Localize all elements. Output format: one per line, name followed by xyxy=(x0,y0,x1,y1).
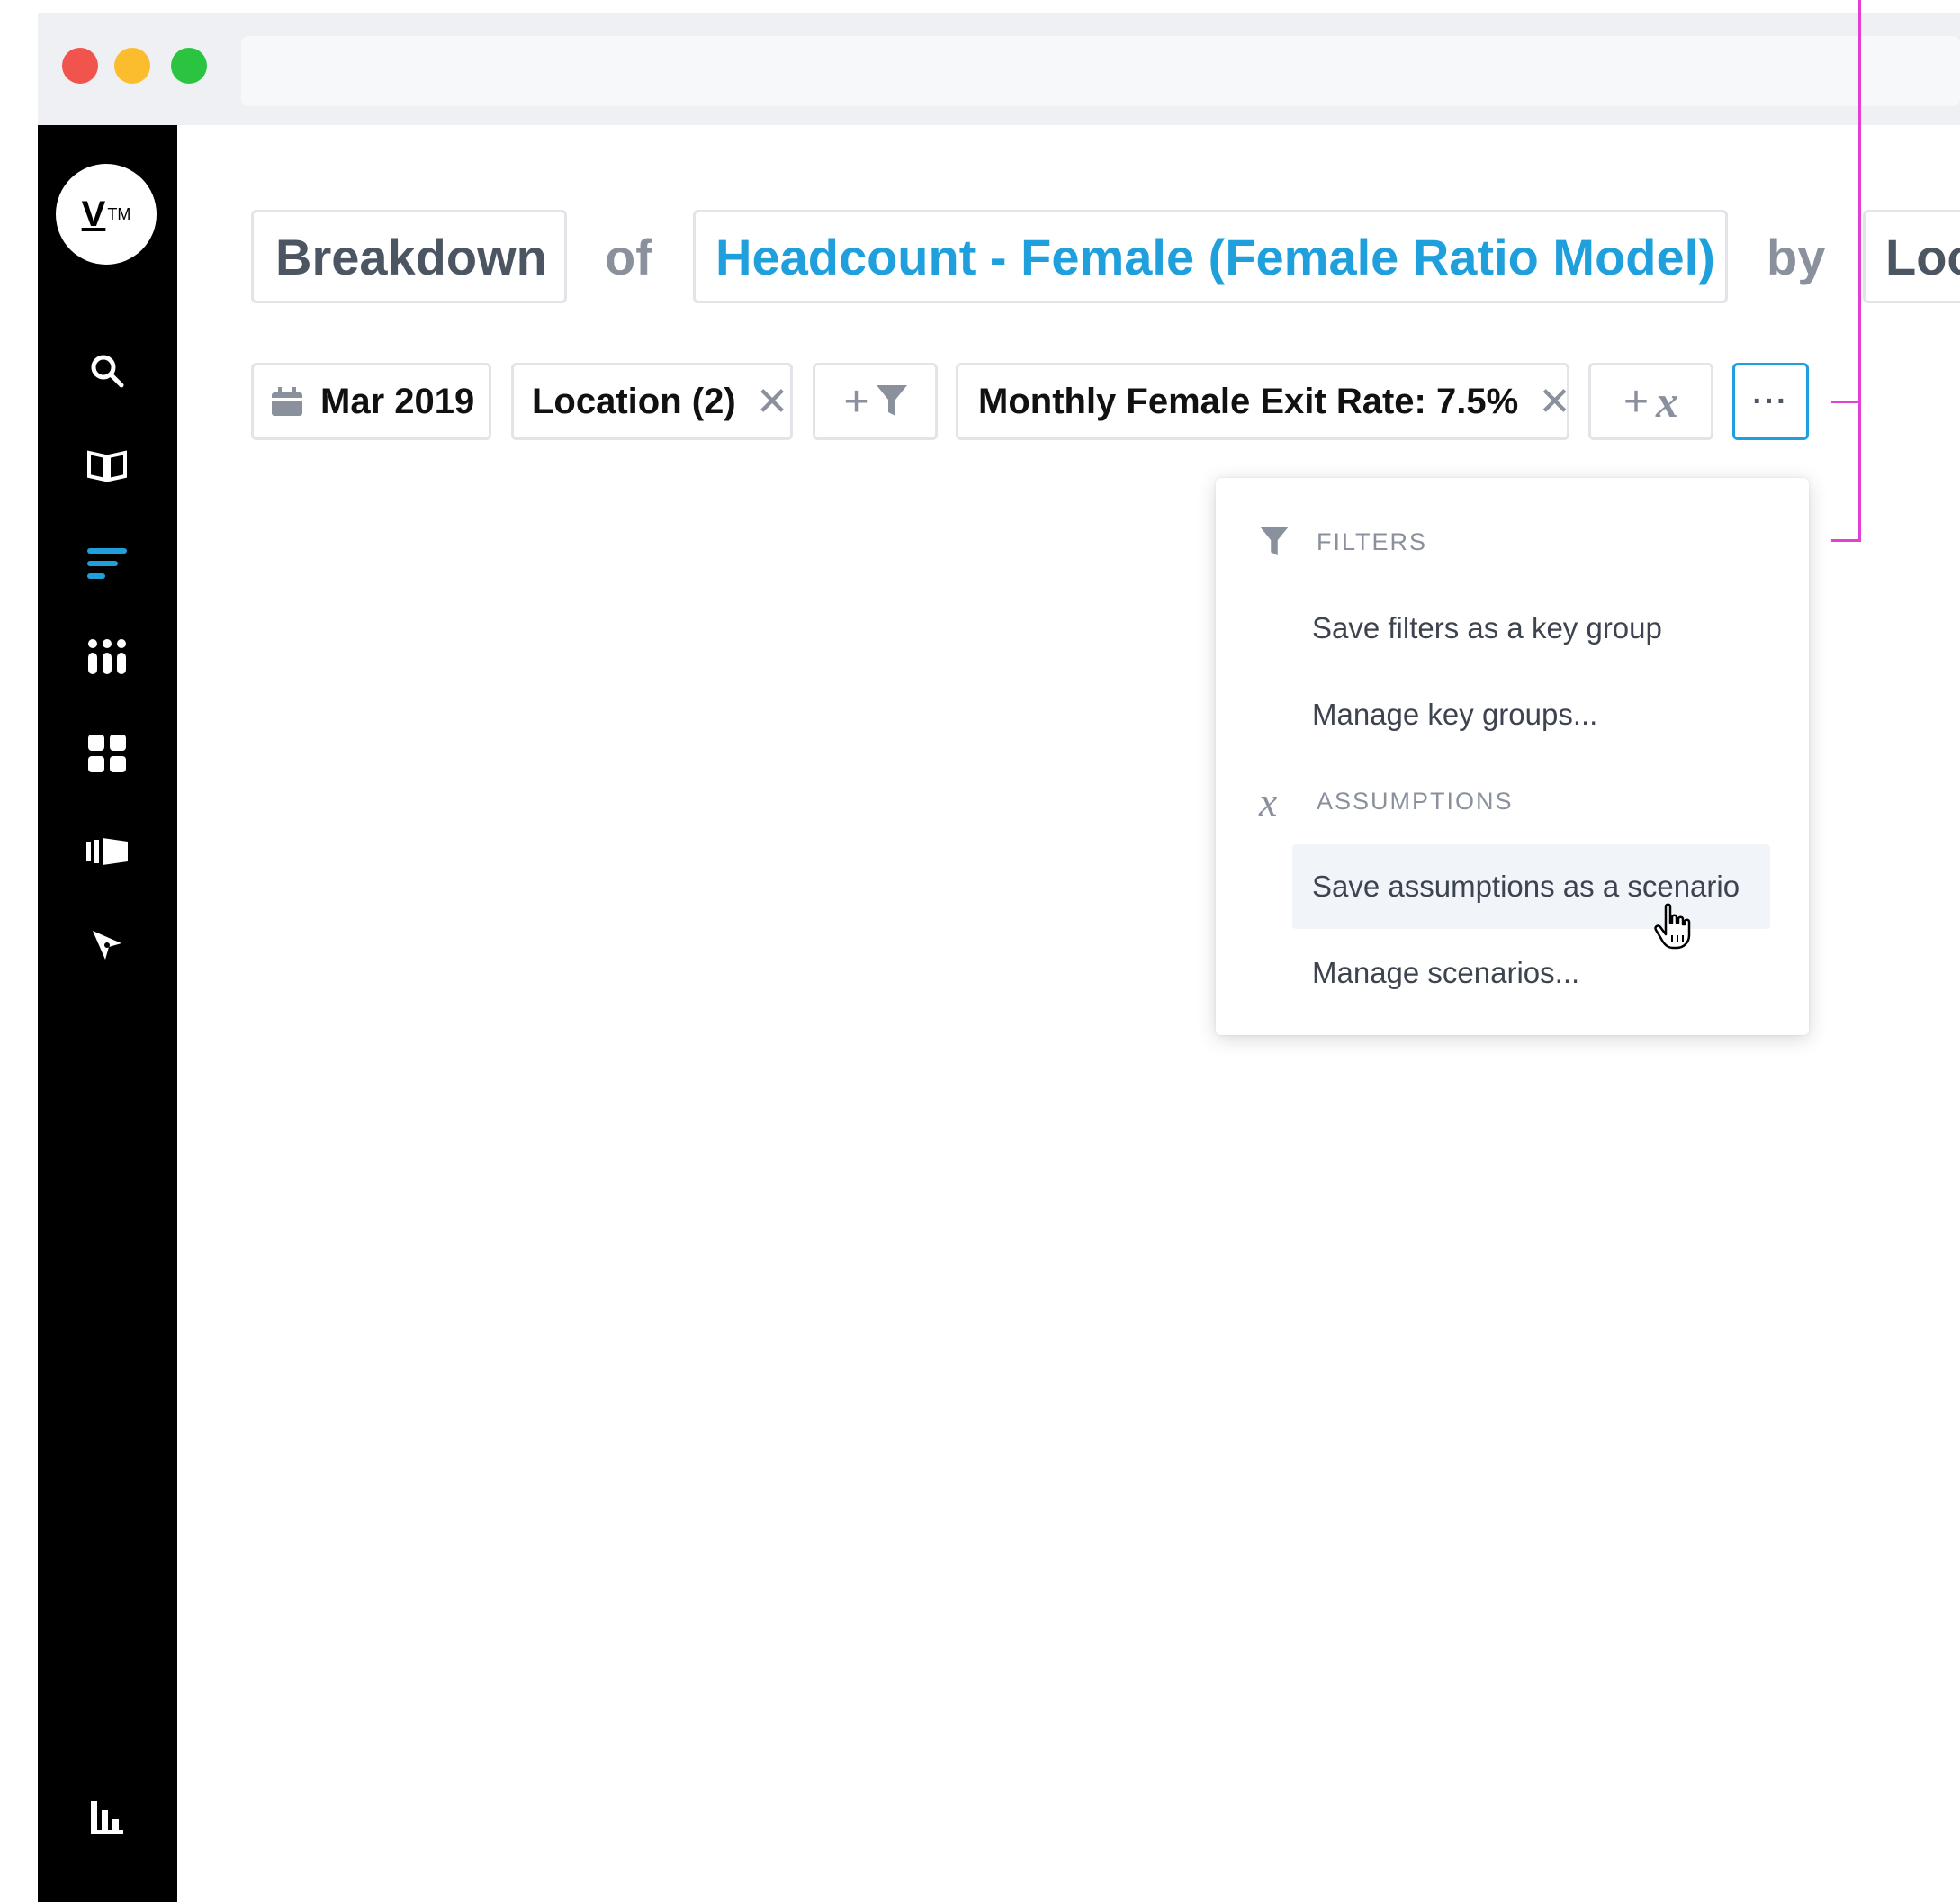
remove-filter-icon[interactable]: ✕ xyxy=(756,379,789,425)
metric-selector[interactable]: Headcount - Female (Female Ratio Model) xyxy=(693,210,1728,303)
manage-key-groups-item[interactable]: Manage key groups... xyxy=(1292,672,1770,757)
annotation-line xyxy=(1858,0,1861,542)
people-icon[interactable] xyxy=(85,635,130,680)
logo-trademark: TM xyxy=(107,204,131,223)
metric-label: Headcount - Female (Female Ratio Model) xyxy=(715,228,1715,285)
filters-section-header: FILTERS xyxy=(1259,522,1427,562)
logo-letter: V xyxy=(81,194,106,234)
of-connector: of xyxy=(605,228,652,285)
location-filter-chip[interactable]: Location (2) ✕ xyxy=(511,363,793,440)
plus-icon: + xyxy=(843,377,869,426)
plus-icon: + xyxy=(1623,377,1650,426)
by-connector: by xyxy=(1767,228,1826,285)
breakdown-label: Breakdown xyxy=(275,228,547,285)
remove-assumption-icon[interactable]: ✕ xyxy=(1538,379,1571,425)
dimension-label: Loc xyxy=(1885,228,1960,285)
filters-header-label: FILTERS xyxy=(1317,527,1428,555)
search-icon[interactable] xyxy=(85,348,130,393)
save-assumptions-scenario-item[interactable]: Save assumptions as a scenario xyxy=(1292,844,1770,929)
variable-x-icon: x xyxy=(1656,376,1679,427)
add-assumption-button[interactable]: + x xyxy=(1588,363,1713,440)
date-chip[interactable]: Mar 2019 xyxy=(251,363,491,440)
ellipsis-icon: ··· xyxy=(1752,383,1789,419)
breakdown-lines-icon[interactable] xyxy=(85,541,130,586)
more-options-button[interactable]: ··· xyxy=(1732,363,1809,440)
app-logo[interactable]: V TM xyxy=(56,164,157,265)
dashboard-grid-icon[interactable] xyxy=(85,731,130,776)
save-filters-key-group-item[interactable]: Save filters as a key group xyxy=(1292,586,1770,671)
date-label: Mar 2019 xyxy=(320,381,475,421)
annotation-tick xyxy=(1831,539,1860,542)
bar-chart-icon[interactable] xyxy=(85,1795,130,1840)
more-options-menu: FILTERS Save filters as a key group Mana… xyxy=(1216,478,1809,1035)
compass-icon[interactable] xyxy=(85,923,130,968)
assumptions-header-label: ASSUMPTIONS xyxy=(1317,787,1514,815)
filter-icon xyxy=(876,385,907,418)
location-filter-label: Location (2) xyxy=(532,381,736,421)
hand-pointer-cursor-icon xyxy=(1653,903,1695,954)
breakdown-selector[interactable]: Breakdown xyxy=(251,210,567,303)
address-bar[interactable] xyxy=(241,36,1960,106)
manage-scenarios-item[interactable]: Manage scenarios... xyxy=(1292,931,1770,1015)
assumptions-section-header: x ASSUMPTIONS xyxy=(1259,779,1514,825)
assumption-label: Monthly Female Exit Rate: 7.5% xyxy=(978,381,1519,421)
filter-icon xyxy=(1259,527,1304,557)
dimension-selector[interactable]: Loc xyxy=(1863,210,1960,303)
variable-x-icon: x xyxy=(1259,778,1278,825)
add-filter-button[interactable]: + xyxy=(813,363,938,440)
annotation-tick xyxy=(1831,401,1860,403)
calendar-icon xyxy=(272,387,302,416)
storyboard-icon[interactable] xyxy=(85,829,130,874)
book-icon[interactable] xyxy=(85,443,130,488)
close-window-button[interactable] xyxy=(62,48,98,84)
maximize-window-button[interactable] xyxy=(171,48,207,84)
assumption-chip[interactable]: Monthly Female Exit Rate: 7.5% ✕ xyxy=(956,363,1571,440)
minimize-window-button[interactable] xyxy=(114,48,150,84)
